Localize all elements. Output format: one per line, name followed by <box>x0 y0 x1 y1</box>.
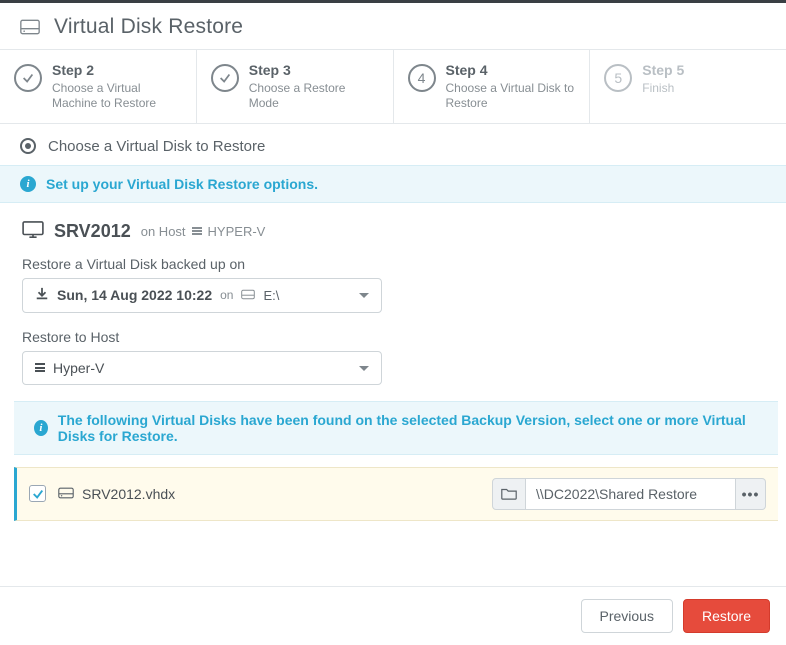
backup-date-label: Restore a Virtual Disk backed up on <box>22 256 764 272</box>
folder-icon[interactable] <box>492 478 526 510</box>
step-5: 5 Step 5 Finish <box>590 50 786 123</box>
backup-on-label: on <box>220 288 233 302</box>
host-name: HYPER-V <box>208 224 266 239</box>
info-banner-text: The following Virtual Disks have been fo… <box>58 412 758 444</box>
info-banner-text: Set up your Virtual Disk Restore options… <box>46 176 318 192</box>
previous-button[interactable]: Previous <box>581 599 673 633</box>
vm-name: SRV2012 <box>54 221 131 242</box>
target-icon <box>20 138 36 154</box>
step-desc: Choose a Virtual Disk to Restore <box>446 81 576 111</box>
host-select-label: Restore to Host <box>22 329 764 345</box>
step-title: Step 4 <box>446 62 576 79</box>
restore-button[interactable]: Restore <box>683 599 770 633</box>
check-icon <box>14 64 42 92</box>
info-banner-disks: i The following Virtual Disks have been … <box>14 401 778 455</box>
restore-path-group: ••• <box>492 478 766 510</box>
section-heading-text: Choose a Virtual Disk to Restore <box>48 138 265 155</box>
disk-filename: SRV2012.vhdx <box>82 486 175 502</box>
on-host-label: on Host <box>141 224 186 239</box>
backup-target-value: E:\ <box>263 288 279 303</box>
step-4[interactable]: 4 Step 4 Choose a Virtual Disk to Restor… <box>394 50 591 123</box>
step-title: Step 2 <box>52 62 182 79</box>
disk-icon <box>58 486 74 502</box>
disk-icon <box>241 287 255 303</box>
step-desc: Choose a Restore Mode <box>249 81 379 111</box>
step-desc: Choose a Virtual Machine to Restore <box>52 81 182 111</box>
browse-button[interactable]: ••• <box>736 478 766 510</box>
step-number-icon: 5 <box>604 64 632 92</box>
info-banner-options: i Set up your Virtual Disk Restore optio… <box>0 165 786 203</box>
backup-date-select[interactable]: Sun, 14 Aug 2022 10:22 on E:\ <box>22 278 382 313</box>
step-2[interactable]: Step 2 Choose a Virtual Machine to Resto… <box>0 50 197 123</box>
host-select-value: Hyper-V <box>53 360 104 376</box>
info-icon: i <box>34 420 48 436</box>
step-title: Step 3 <box>249 62 379 79</box>
vm-host-line: SRV2012 on Host HYPER-V <box>0 203 786 246</box>
step-3[interactable]: Step 3 Choose a Restore Mode <box>197 50 394 123</box>
info-icon: i <box>20 176 36 192</box>
step-title: Step 5 <box>642 62 684 79</box>
restore-path-input[interactable] <box>526 478 736 510</box>
disk-drive-icon <box>20 19 40 35</box>
host-select[interactable]: Hyper-V <box>22 351 382 385</box>
list-icon <box>192 227 202 235</box>
disk-row[interactable]: SRV2012.vhdx ••• <box>14 467 778 521</box>
wizard-footer: Previous Restore <box>0 586 786 645</box>
page-header: Virtual Disk Restore <box>0 3 786 49</box>
step-desc: Finish <box>642 81 684 96</box>
download-icon <box>35 287 49 304</box>
backup-date-value: Sun, 14 Aug 2022 10:22 <box>57 287 212 303</box>
monitor-icon <box>22 221 44 242</box>
check-icon <box>211 64 239 92</box>
list-icon <box>35 363 45 372</box>
wizard-steps: Step 2 Choose a Virtual Machine to Resto… <box>0 49 786 124</box>
page-title: Virtual Disk Restore <box>54 15 243 39</box>
disk-checkbox[interactable] <box>29 485 46 502</box>
step-number-icon: 4 <box>408 64 436 92</box>
section-heading: Choose a Virtual Disk to Restore <box>0 124 786 165</box>
